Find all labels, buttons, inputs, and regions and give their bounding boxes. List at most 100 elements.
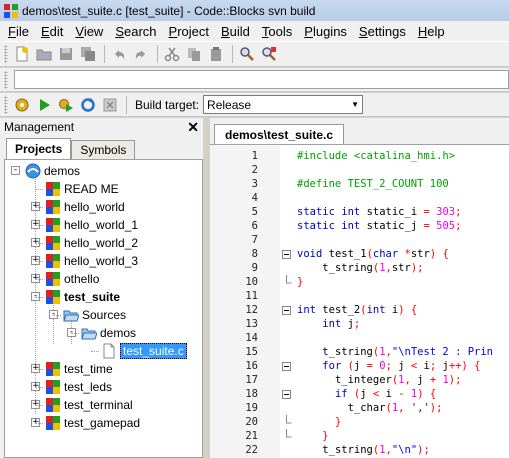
codeblocks-app-icon: [4, 3, 18, 18]
tree-item[interactable]: demos: [25, 162, 80, 180]
menu-item-build[interactable]: Build: [215, 24, 256, 39]
toolbar-separator: [104, 45, 105, 63]
tree-item[interactable]: test_time: [45, 360, 113, 378]
menu-item-project[interactable]: Project: [163, 24, 215, 39]
tab-projects[interactable]: Projects: [6, 138, 72, 159]
fold-marker-icon[interactable]: [282, 303, 292, 317]
build-target-select[interactable]: Release ▼: [203, 95, 364, 114]
undo-button[interactable]: [109, 44, 129, 64]
tree-item-label: test_terminal: [64, 398, 133, 412]
code-text: t_string(1,str);: [322, 262, 424, 274]
rebuild-button[interactable]: [78, 95, 98, 115]
menu-item-edit[interactable]: Edit: [35, 24, 69, 39]
tree-item[interactable]: hello_world_2: [45, 234, 138, 252]
code-line[interactable]: 11: [210, 289, 509, 303]
tree-item[interactable]: hello_world_3: [45, 252, 138, 270]
code-line[interactable]: 9 t_string(1,str);: [210, 261, 509, 275]
code-line[interactable]: 10}: [210, 275, 509, 289]
fold-marker-icon[interactable]: [282, 247, 292, 261]
menu-item-help[interactable]: Help: [412, 24, 451, 39]
code-line[interactable]: 8 void test_1(char *str) {: [210, 247, 509, 261]
code-line[interactable]: 16 for (j = 0; j < i; j++) {: [210, 359, 509, 373]
redo-button[interactable]: [131, 44, 151, 64]
code-line[interactable]: 22 t_string(1,"\n");: [210, 443, 509, 457]
code-line[interactable]: 13 int j;: [210, 317, 509, 331]
line-number: 9: [251, 262, 258, 274]
tree-item[interactable]: demos: [81, 324, 136, 342]
menu-item-search[interactable]: Search: [109, 24, 162, 39]
open-button[interactable]: [34, 44, 54, 64]
paste-button[interactable]: [206, 44, 226, 64]
tree-item[interactable]: test_suite: [45, 288, 120, 306]
menu-item-tools[interactable]: Tools: [256, 24, 298, 39]
code-line[interactable]: 5 static int static_i = 303;: [210, 205, 509, 219]
compiler-toolbar: Build target: Release ▼: [0, 93, 509, 117]
line-number: 4: [251, 192, 258, 204]
code-line[interactable]: 4: [210, 191, 509, 205]
code-line[interactable]: 21 }: [210, 429, 509, 443]
build-button[interactable]: [12, 95, 32, 115]
cut-button[interactable]: [162, 44, 182, 64]
tree-item[interactable]: READ ME: [45, 180, 119, 198]
tab-symbols[interactable]: Symbols: [71, 140, 136, 159]
tree-item[interactable]: othello: [45, 270, 99, 288]
code-line[interactable]: 15 t_string(1,"\nTest 2 : Prin: [210, 345, 509, 359]
toolbar-grip[interactable]: [4, 95, 8, 114]
code-line[interactable]: 20 }: [210, 415, 509, 429]
menu-item-plugins[interactable]: Plugins: [298, 24, 353, 39]
run-button[interactable]: [34, 95, 54, 115]
menu-mnemonic: H: [417, 23, 428, 39]
editor-tab-test-suite[interactable]: demos\test_suite.c: [214, 124, 345, 144]
line-number: 11: [245, 290, 258, 302]
chevron-down-icon: ▼: [351, 100, 359, 109]
toolbar-separator: [232, 45, 233, 63]
menu-item-settings[interactable]: Settings: [353, 24, 412, 39]
code-line[interactable]: 6 static int static_j = 505;: [210, 219, 509, 233]
code-line[interactable]: 3 #define TEST_2_COUNT 100: [210, 177, 509, 191]
menu-bar: File Edit View Search Project Build Tools Plugi…: [0, 21, 509, 41]
collapse-toggle[interactable]: -: [11, 166, 20, 175]
new-file-button[interactable]: [12, 44, 32, 64]
close-icon[interactable]: ✕: [187, 119, 199, 136]
tree-item[interactable]: test_leds: [45, 378, 112, 396]
save-icon: [60, 48, 72, 60]
menu-label-rest: uild: [229, 23, 250, 39]
code-line[interactable]: 7: [210, 233, 509, 247]
menu-item-file[interactable]: File: [2, 24, 35, 39]
copy-button[interactable]: [184, 44, 204, 64]
code-line[interactable]: 14: [210, 331, 509, 345]
code-line[interactable]: 2: [210, 163, 509, 177]
fold-marker-icon[interactable]: [282, 387, 292, 401]
tree-item-label: Sources: [82, 308, 127, 322]
fold-end-icon: [282, 429, 292, 443]
tree-item[interactable]: Sources: [63, 306, 126, 324]
replace-button[interactable]: [259, 44, 279, 64]
code-line[interactable]: 1 #include <catalina_hmi.h>: [210, 149, 509, 163]
editor-area: demos\test_suite.c 1 #include <catalina_h…: [210, 118, 509, 458]
toolbar-grip[interactable]: [4, 70, 8, 89]
code-completion-combo[interactable]: [14, 70, 509, 89]
code-line[interactable]: 19 t_char(1, ',');: [210, 401, 509, 415]
code-line[interactable]: 18 if (j < i - 1) {: [210, 387, 509, 401]
abort-button[interactable]: [100, 95, 120, 115]
code-line[interactable]: 17 t_integer(1, j + 1);: [210, 373, 509, 387]
line-number: 8: [251, 248, 258, 260]
project-tree[interactable]: - demos READ ME + hello_world + hello_world_1 +…: [4, 159, 203, 458]
tree-item[interactable]: hello_world_1: [45, 216, 138, 234]
menu-item-view[interactable]: View: [69, 24, 109, 39]
line-number: 21: [245, 430, 258, 442]
tree-item[interactable]: test_suite.c: [101, 342, 187, 360]
find-button[interactable]: [237, 44, 257, 64]
tree-item[interactable]: test_terminal: [45, 396, 133, 414]
save-all-button[interactable]: [78, 44, 98, 64]
menu-label-rest: earch: [124, 23, 157, 39]
tree-item[interactable]: test_gamepad: [45, 414, 140, 432]
toolbar-grip[interactable]: [4, 45, 8, 63]
fold-marker-icon[interactable]: [282, 359, 292, 373]
code-editor[interactable]: 1 #include <catalina_hmi.h> 2 3 #define TEST…: [210, 144, 509, 458]
build-and-run-button[interactable]: [56, 95, 76, 115]
code-text: void test_1(char *str) {: [297, 248, 449, 260]
tree-item[interactable]: hello_world: [45, 198, 125, 216]
code-line[interactable]: 12 int test_2(int i) {: [210, 303, 509, 317]
save-button[interactable]: [56, 44, 76, 64]
